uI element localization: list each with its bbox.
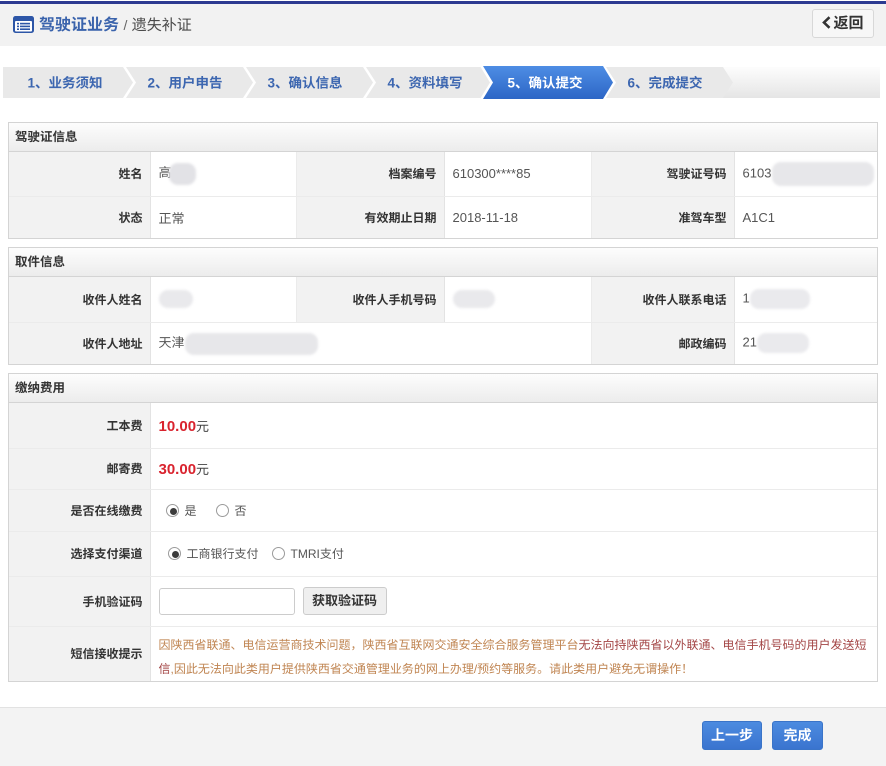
svg-text:2、用户申告: 2、用户申告	[147, 76, 222, 91]
svg-text:5、确认提交: 5、确认提交	[507, 76, 582, 91]
svg-text:6、完成提交: 6、完成提交	[627, 76, 702, 91]
svg-text:3、确认信息: 3、确认信息	[267, 76, 342, 91]
svg-text:1、业务须知: 1、业务须知	[27, 76, 102, 91]
svg-text:4、资料填写: 4、资料填写	[387, 76, 462, 91]
